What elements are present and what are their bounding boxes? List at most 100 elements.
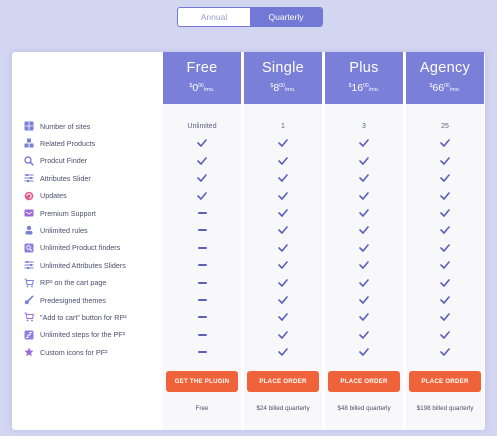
brush-icon bbox=[24, 295, 34, 305]
price-period: /mo. bbox=[203, 87, 215, 93]
feature-cell bbox=[163, 293, 241, 307]
feature-cell bbox=[325, 241, 403, 255]
support-icon bbox=[24, 208, 34, 218]
feature-cell bbox=[406, 293, 484, 307]
feature-cell bbox=[325, 223, 403, 237]
feature-row: Prodcut Finder bbox=[24, 154, 87, 168]
feature-row: Custom icons for PF² bbox=[24, 345, 108, 359]
check-icon bbox=[440, 313, 450, 322]
feature-cell bbox=[163, 345, 241, 359]
feature-cell bbox=[244, 276, 322, 290]
check-icon bbox=[440, 139, 450, 148]
check-icon bbox=[359, 261, 369, 269]
check-icon bbox=[359, 348, 369, 356]
toggle-quarterly[interactable]: Quarterly bbox=[250, 8, 322, 26]
feature-row: Unlimited rules bbox=[24, 223, 88, 237]
feature-label: Prodcut Finder bbox=[40, 156, 88, 166]
feature-cell bbox=[406, 310, 484, 324]
feature-cell bbox=[325, 206, 403, 220]
feature-row: RP² on the cart page bbox=[24, 276, 106, 290]
check-icon bbox=[440, 209, 450, 217]
check-icon bbox=[440, 226, 450, 235]
feature-label: Unlimited steps for the PF² bbox=[40, 330, 126, 340]
feature-cell bbox=[406, 171, 484, 185]
plan-name: Plus bbox=[349, 60, 379, 76]
check-icon bbox=[278, 156, 288, 165]
feature-cell bbox=[244, 136, 322, 150]
price-period: /mo. bbox=[368, 87, 380, 93]
check-icon bbox=[440, 243, 450, 252]
cta-button-plus[interactable]: PLACE ORDER bbox=[328, 371, 400, 392]
price-amount: 66 bbox=[432, 82, 445, 94]
check-icon bbox=[359, 226, 369, 235]
plan-header-plus: Plus $1600/mo. bbox=[325, 52, 403, 104]
feature-cell bbox=[244, 241, 322, 255]
check-icon bbox=[359, 209, 369, 217]
search-icon bbox=[24, 156, 34, 166]
feature-cell bbox=[163, 206, 241, 220]
feature-label: RP² on the cart page bbox=[40, 278, 107, 288]
feature-cell bbox=[244, 293, 322, 307]
feature-cell bbox=[406, 154, 484, 168]
check-icon bbox=[359, 278, 369, 287]
feature-value: 25 bbox=[441, 122, 449, 130]
check-icon bbox=[440, 330, 450, 339]
toggle-annual[interactable]: Annual bbox=[178, 8, 250, 26]
price-amount: 16 bbox=[351, 82, 364, 94]
plan-header-single: Single $800/mo. bbox=[244, 52, 322, 104]
plan-header-free: Free $000/mo. bbox=[163, 52, 241, 104]
feature-cell bbox=[325, 293, 403, 307]
price-period: /mo. bbox=[449, 87, 461, 93]
steps-icon bbox=[24, 330, 34, 340]
cta-button-single[interactable]: PLACE ORDER bbox=[247, 371, 319, 392]
feature-cell bbox=[244, 258, 322, 272]
refresh-icon bbox=[24, 191, 34, 201]
feature-row: Number of sites bbox=[24, 119, 90, 133]
feature-label: Unlimited rules bbox=[40, 225, 88, 235]
feature-cell bbox=[244, 310, 322, 324]
cta-button-free[interactable]: GET THE PLUGIN bbox=[166, 371, 238, 392]
dash-icon bbox=[197, 264, 207, 267]
check-icon bbox=[359, 330, 369, 339]
feature-cell bbox=[406, 345, 484, 359]
feature-row: Unlimited Attributes Sliders bbox=[24, 258, 126, 272]
finder-icon bbox=[24, 243, 34, 253]
feature-cell bbox=[163, 241, 241, 255]
check-icon bbox=[440, 191, 450, 200]
cart-icon bbox=[24, 278, 34, 288]
feature-row: Unlimited steps for the PF² bbox=[24, 328, 125, 342]
dash-icon bbox=[197, 299, 207, 301]
cart-add-icon bbox=[24, 312, 34, 322]
check-icon bbox=[440, 261, 450, 269]
check-icon bbox=[440, 348, 450, 356]
grid-icon bbox=[24, 121, 34, 131]
plan-name: Free bbox=[186, 60, 218, 76]
plan-price: $6600/mo. bbox=[406, 82, 484, 94]
feature-row: Related Products bbox=[24, 136, 95, 150]
check-icon bbox=[278, 348, 288, 356]
feature-label: Attributes Slider bbox=[40, 173, 91, 183]
feature-cell bbox=[244, 171, 322, 185]
feature-row: Updates bbox=[24, 189, 67, 203]
feature-cell bbox=[325, 171, 403, 185]
plan-price: $000/mo. bbox=[163, 82, 241, 94]
feature-cell bbox=[163, 276, 241, 290]
check-icon bbox=[440, 278, 450, 287]
feature-label: Unlimited Attributes Sliders bbox=[40, 260, 126, 270]
check-icon bbox=[278, 243, 288, 252]
check-icon bbox=[359, 139, 369, 148]
feature-cell bbox=[244, 206, 322, 220]
dash-icon bbox=[197, 212, 207, 214]
check-icon bbox=[278, 296, 288, 304]
feature-cell bbox=[244, 189, 322, 203]
star-icon bbox=[24, 347, 34, 357]
cta-button-agency[interactable]: PLACE ORDER bbox=[409, 371, 481, 392]
plan-price: $1600/mo. bbox=[325, 82, 403, 94]
feature-cell bbox=[244, 154, 322, 168]
check-icon bbox=[278, 261, 288, 269]
feature-cell bbox=[244, 223, 322, 237]
check-icon bbox=[359, 156, 369, 165]
check-icon bbox=[278, 191, 288, 200]
billing-note-plus: $48 billed quarterly bbox=[337, 405, 391, 412]
check-icon bbox=[278, 313, 288, 322]
